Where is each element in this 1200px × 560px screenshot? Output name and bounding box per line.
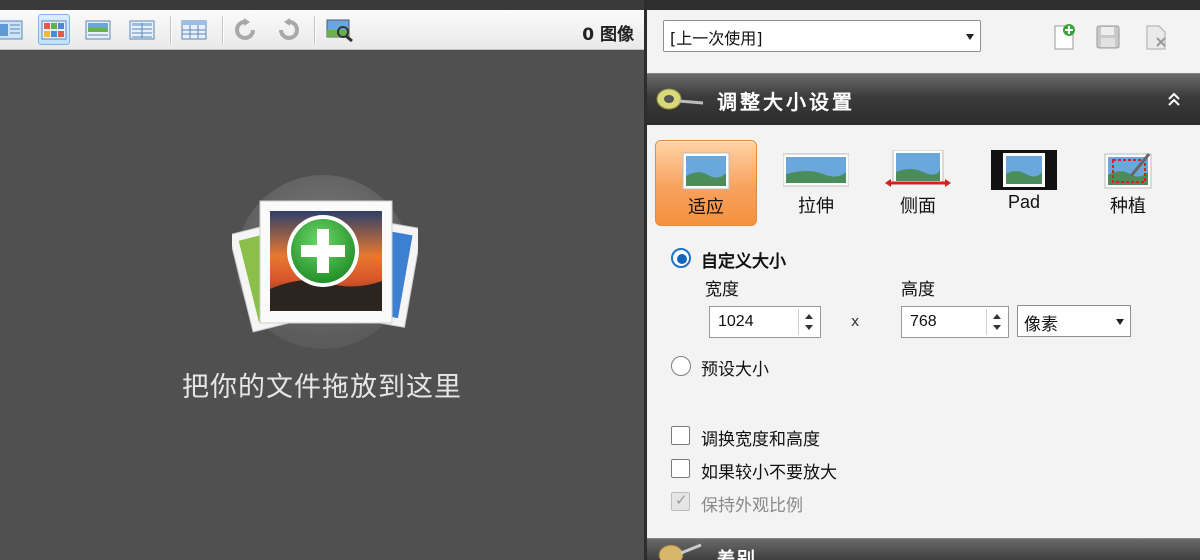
save-preset-button[interactable] — [1093, 22, 1123, 52]
collapse-icon — [1168, 92, 1180, 106]
custom-size-label: 自定义大小 — [701, 252, 786, 272]
view-toolbar: 0 图像 — [0, 10, 644, 50]
crop-mode-icon — [1104, 153, 1152, 189]
chevron-down-icon — [1116, 319, 1124, 325]
keep-aspect-checkbox[interactable] — [671, 491, 690, 511]
spin-down-icon — [805, 325, 813, 330]
fit-mode-icon — [682, 152, 730, 190]
mode-crop-button[interactable]: 种植 — [1077, 140, 1179, 226]
settings-pane: [上一次使用] 调整大小设置 适应 拉伸 侧面 Pad 种植 自定义大小 宽度 … — [644, 0, 1200, 560]
height-input[interactable]: 768 — [901, 306, 1009, 338]
rotate-right-button[interactable] — [272, 14, 304, 45]
preset-bar: [上一次使用] — [647, 10, 1200, 73]
unit-dropdown[interactable]: 像素 — [1017, 305, 1131, 337]
save-preset-icon — [1096, 25, 1120, 49]
width-input[interactable]: 1024 — [709, 306, 821, 338]
mode-label: Pad — [1007, 192, 1041, 212]
next-section-header[interactable]: 差别 — [647, 538, 1200, 560]
resize-tool-icon — [656, 88, 704, 110]
file-pane: 0 图像 把你的文件拖放到这里 — [0, 0, 644, 560]
swap-dimensions-checkbox[interactable] — [671, 426, 690, 445]
resize-settings-header[interactable]: 调整大小设置 — [647, 73, 1200, 125]
preset-selected-value: [上一次使用] — [670, 29, 763, 48]
stretch-mode-icon — [783, 153, 849, 187]
mode-stretch-button[interactable]: 拉伸 — [765, 140, 867, 226]
preset-size-radio[interactable] — [671, 356, 691, 376]
section-title: 调整大小设置 — [717, 90, 855, 114]
view-list-button[interactable] — [0, 14, 26, 45]
mode-pad-button[interactable]: Pad — [973, 140, 1075, 226]
view-thumbnail-icon — [85, 20, 111, 39]
add-images-icon — [232, 200, 418, 333]
unit-value: 像素 — [1024, 315, 1058, 335]
keep-aspect-label: 保持外观比例 — [701, 496, 803, 516]
mode-label: 拉伸 — [798, 196, 834, 217]
height-value: 768 — [910, 313, 937, 330]
width-value: 1024 — [718, 313, 754, 330]
toolbar-separator — [170, 16, 171, 44]
spin-up-icon — [993, 314, 1001, 319]
view-details-button[interactable] — [126, 14, 158, 45]
rotate-left-button[interactable] — [230, 14, 262, 45]
new-preset-button[interactable] — [1049, 22, 1079, 52]
view-list-icon — [0, 20, 23, 39]
new-preset-icon — [1054, 24, 1075, 50]
rotate-right-icon — [279, 17, 299, 40]
right-top-strip — [647, 0, 1200, 10]
mode-label: 适应 — [688, 197, 724, 218]
spin-down-icon — [993, 325, 1001, 330]
no-enlarge-label: 如果较小不要放大 — [701, 463, 837, 483]
toolbar-separator — [314, 16, 315, 44]
chevron-down-icon — [966, 34, 974, 40]
pad-mode-icon — [991, 150, 1057, 190]
toolbar-separator — [222, 16, 223, 44]
height-spinner[interactable] — [986, 309, 1006, 335]
view-details-icon — [129, 20, 155, 39]
mode-label: 种植 — [1110, 196, 1146, 217]
delete-preset-button[interactable] — [1141, 22, 1171, 52]
spin-up-icon — [805, 314, 813, 319]
drop-hint-text: 把你的文件拖放到这里 — [182, 372, 462, 403]
view-grid-button[interactable] — [38, 14, 70, 45]
section-title: 差别 — [717, 549, 757, 560]
swap-dimensions-label: 调换宽度和高度 — [701, 430, 820, 450]
view-table-icon — [181, 20, 207, 39]
height-label: 高度 — [901, 280, 935, 300]
left-top-strip — [0, 0, 644, 10]
app-window: 0 图像 把你的文件拖放到这里 [上一次使用] 调整大小设置 适应 拉伸 侧面 … — [0, 0, 1200, 560]
preview-button[interactable] — [324, 14, 356, 45]
width-spinner[interactable] — [798, 309, 818, 335]
width-label: 宽度 — [705, 280, 739, 300]
custom-size-radio[interactable] — [671, 248, 691, 268]
section-tool-icon — [658, 543, 702, 560]
resize-mode-row: 适应 拉伸 侧面 Pad 种植 — [647, 140, 1200, 230]
preview-icon — [326, 19, 353, 42]
mode-label: 侧面 — [900, 196, 936, 217]
view-grid-icon — [41, 20, 67, 39]
side-mode-icon — [885, 150, 951, 187]
view-thumbnail-button[interactable] — [82, 14, 114, 45]
rotate-left-icon — [235, 17, 255, 40]
mode-side-button[interactable]: 侧面 — [867, 140, 969, 226]
image-count: 0 图像 — [582, 25, 634, 45]
file-drop-area[interactable]: 把你的文件拖放到这里 — [0, 51, 644, 560]
times-sign: x — [851, 314, 860, 330]
mode-fit-button[interactable]: 适应 — [655, 140, 757, 226]
delete-preset-icon — [1146, 25, 1166, 50]
no-enlarge-checkbox[interactable] — [671, 459, 690, 478]
preset-size-label: 预设大小 — [701, 360, 769, 380]
preset-dropdown[interactable]: [上一次使用] — [663, 20, 981, 52]
view-table-button[interactable] — [178, 14, 210, 45]
